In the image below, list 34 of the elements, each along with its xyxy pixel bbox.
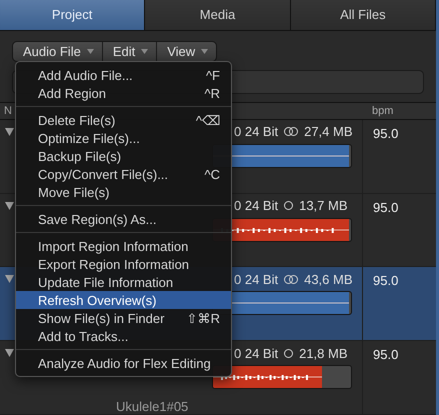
menu-item-label: Show File(s) in Finder xyxy=(38,310,164,326)
menu-item-label: Copy/Convert File(s)... xyxy=(38,166,168,182)
menu-item-label: Refresh Overview(s) xyxy=(38,292,156,308)
file-format: 0 24 Bit xyxy=(234,124,278,140)
menu-item-label: Add to Tracks... xyxy=(38,328,128,344)
file-name: Ukulele1#05 xyxy=(115,398,190,414)
menu-item-label: Analyze Audio for Flex Editing xyxy=(38,356,211,370)
column-header: N xyxy=(3,104,13,117)
file-size: 13,7 MB xyxy=(299,198,348,214)
shortcut-label: ⇧⌘R xyxy=(186,310,220,326)
menu-item-label: Backup File(s) xyxy=(38,148,122,164)
shortcut-label: ^R xyxy=(204,86,220,100)
file-format: 0 24 Bit xyxy=(234,346,278,361)
menu-item-label: Add Region xyxy=(38,86,106,100)
menu-item-label: Update File Information xyxy=(38,274,174,290)
bpm-value: 95.0 xyxy=(362,194,436,218)
menu-item-label: Optimize File(s)... xyxy=(38,130,140,146)
menu-item-label: Move File(s) xyxy=(38,184,110,200)
shortcut-label: ^F xyxy=(206,68,220,82)
column-header: bpm xyxy=(371,104,394,117)
bpm-value: 95.0 xyxy=(362,341,436,366)
file-size: 21,8 MB xyxy=(299,346,348,361)
file-size: 43,6 MB xyxy=(304,272,353,287)
menu-item-label: Save Region(s) As... xyxy=(38,212,156,226)
shortcut-label: ^⌫ xyxy=(196,112,220,128)
menu-item-label: Import Region Information xyxy=(38,238,188,254)
file-format: 0 24 Bit xyxy=(234,272,278,287)
file-format: 0 24 Bit xyxy=(234,198,278,214)
bpm-value: 95.0 xyxy=(362,120,436,144)
menu-item-label: Delete File(s) xyxy=(38,112,116,128)
menu-item-label: Add Audio File... xyxy=(38,68,133,82)
shortcut-label: ^C xyxy=(204,166,220,182)
bpm-value: 95.0 xyxy=(362,267,436,292)
file-size: 27,4 MB xyxy=(304,124,353,140)
